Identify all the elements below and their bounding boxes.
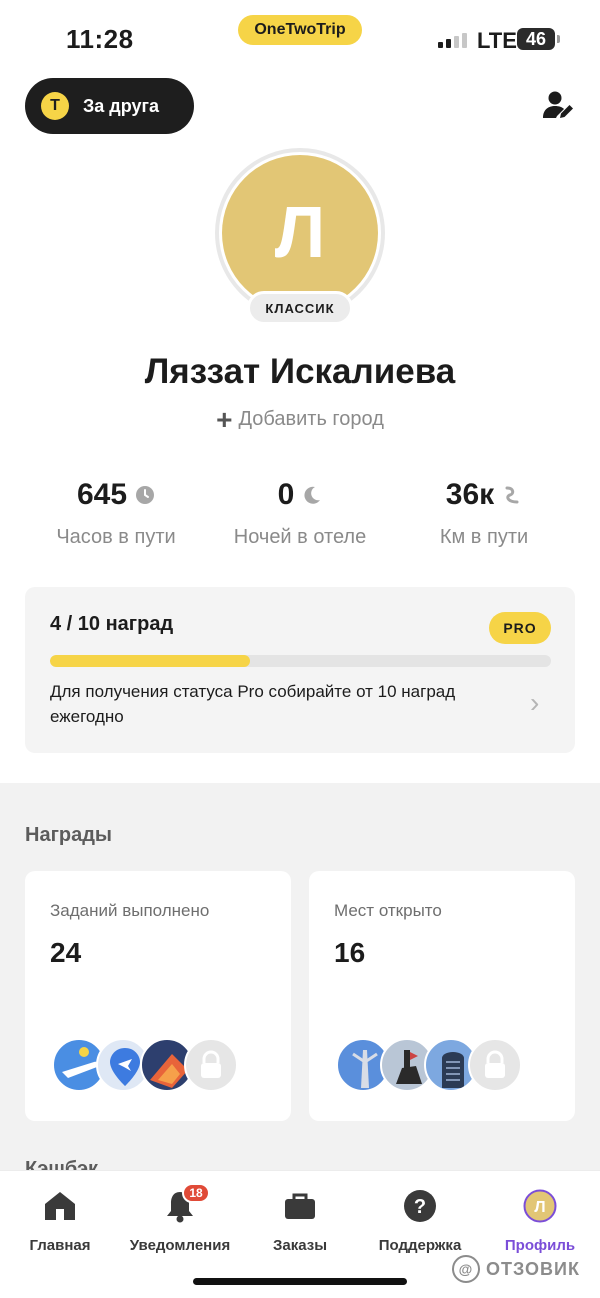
tasks-completed-card[interactable]: Заданий выполнено 24 (25, 871, 291, 1121)
rewards-progress-fill (50, 655, 251, 667)
nav-notifications[interactable]: 18 Уведомления (120, 1183, 240, 1254)
svg-text:?: ? (414, 1196, 426, 1218)
nav-profile[interactable]: Л Профиль (480, 1189, 600, 1254)
home-icon (0, 1189, 120, 1223)
nav-home-label: Главная (29, 1237, 91, 1254)
notification-count-badge: 18 (182, 1183, 210, 1203)
svg-text:Л: Л (534, 1199, 545, 1216)
nav-orders[interactable]: Заказы (240, 1189, 360, 1254)
battery-icon: 46 (517, 28, 555, 50)
nav-support-label: Поддержка (378, 1237, 462, 1254)
nav-notifications-label: Уведомления (129, 1237, 231, 1254)
for-friend-button[interactable]: T За друга (25, 78, 194, 134)
app-name-pill[interactable]: OneTwoTrip (238, 15, 362, 45)
nav-support[interactable]: ? Поддержка (360, 1189, 480, 1254)
stat-nights: 0 Ночей в отеле (200, 478, 400, 549)
places-opened-label: Мест открыто (334, 901, 442, 920)
stat-nights-label: Ночей в отеле (233, 526, 367, 548)
for-friend-label: За друга (83, 95, 159, 116)
user-name: Ляззат Искалиева (144, 352, 456, 391)
battery-tip (557, 35, 560, 43)
watermark: @ ОТЗОВИК (452, 1255, 580, 1283)
stat-km: 36к Км в пути (384, 478, 584, 549)
add-city-label: Добавить город (238, 408, 384, 430)
chevron-right-icon: › (530, 687, 540, 718)
awards-section-title: Награды (25, 824, 113, 846)
briefcase-icon (240, 1189, 360, 1223)
pro-status-card[interactable]: 4 / 10 наград PRO Для получения статуса … (25, 587, 575, 753)
place-badges (336, 1038, 536, 1092)
lock-badge-icon (184, 1038, 238, 1092)
watermark-logo-icon: @ (452, 1255, 480, 1283)
nav-home[interactable]: Главная (0, 1189, 120, 1254)
bell-icon: 18 (120, 1183, 240, 1223)
clock-icon (135, 485, 155, 505)
route-icon (502, 485, 522, 505)
rewards-progress-bar (50, 655, 551, 667)
task-badges (52, 1038, 252, 1092)
pro-status-description: Для получения статуса Pro собирайте от 1… (50, 682, 456, 726)
tasks-completed-value: 24 (50, 937, 82, 968)
lock-badge-icon (468, 1038, 522, 1092)
friend-logo-icon: T (41, 92, 69, 120)
stat-km-label: Км в пути (439, 526, 529, 548)
stat-km-value: 36к (445, 478, 495, 511)
watermark-text: ОТЗОВИК (486, 1258, 580, 1279)
stat-hours-value: 645 (76, 478, 128, 511)
stat-hours-label: Часов в пути (56, 526, 176, 548)
stat-hours: 645 Часов в пути (16, 478, 216, 549)
tier-badge: КЛАССИК (247, 291, 353, 325)
stat-nights-value: 0 (277, 478, 295, 511)
nav-orders-label: Заказы (272, 1237, 328, 1254)
add-city-link[interactable]: + Добавить город (0, 403, 600, 435)
avatar[interactable]: Л (222, 155, 378, 311)
places-opened-value: 16 (334, 937, 366, 968)
pro-badge: PRO (489, 612, 551, 644)
help-icon: ? (360, 1189, 480, 1223)
places-opened-card[interactable]: Мест открыто 16 (309, 871, 575, 1121)
signal-icon (438, 30, 467, 48)
moon-icon (302, 485, 322, 505)
status-time: 11:28 (66, 24, 134, 54)
rewards-count: 4 / 10 наград (50, 613, 174, 635)
plus-icon: + (216, 403, 233, 435)
tasks-completed-label: Заданий выполнено (50, 901, 210, 920)
network-type: LTE (477, 28, 517, 53)
person-edit-icon[interactable] (540, 88, 576, 124)
status-bar: 11:28 OneTwoTrip LTE 46 (0, 0, 600, 72)
profile-icon: Л (480, 1189, 600, 1223)
nav-profile-label: Профиль (504, 1237, 576, 1254)
home-indicator (193, 1278, 407, 1285)
